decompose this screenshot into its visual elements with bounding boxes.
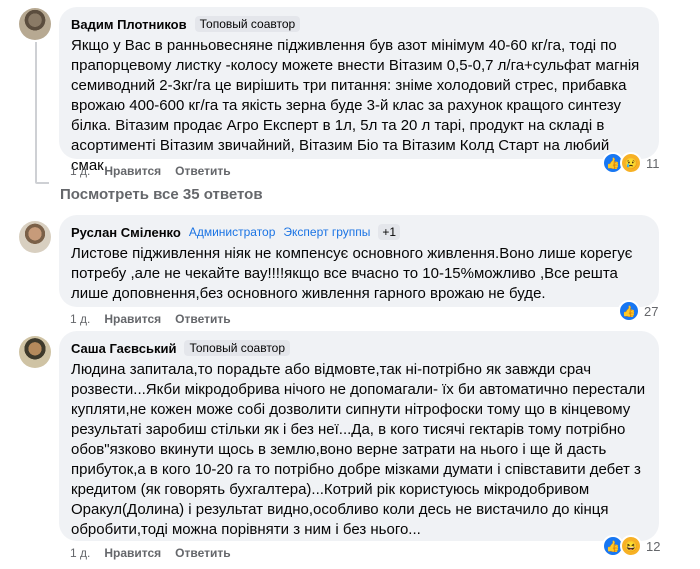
comment-actions: 1 д. Нравится Ответить [70,164,231,178]
comment-time[interactable]: 1 д. [70,164,90,178]
badge-group-expert[interactable]: Эксперт группы [283,225,370,239]
thread-line [35,42,37,182]
reply-button[interactable]: Ответить [175,312,230,326]
badge-top-contributor[interactable]: Топовый соавтор [194,16,301,32]
reaction-summary[interactable]: 👍 😢 11 [602,152,660,174]
comment-author[interactable]: Саша Гаєвський [71,341,176,356]
reaction-count: 12 [646,538,661,554]
reply-button[interactable]: Ответить [175,546,230,560]
reaction-count: 11 [646,155,660,171]
comment-time[interactable]: 1 д. [70,312,90,326]
like-button[interactable]: Нравится [104,312,161,326]
comment-actions: 1 д. Нравится Ответить [70,312,231,326]
reaction-summary[interactable]: 👍 😆 12 [602,535,660,557]
comment-text: Людина запитала,то порадьте або відмовте… [71,361,646,538]
like-button[interactable]: Нравится [104,164,161,178]
comment-time[interactable]: 1 д. [70,546,90,560]
haha-icon: 😆 [620,535,642,557]
comment-actions: 1 д. Нравится Ответить [70,546,231,560]
avatar[interactable] [19,336,51,368]
like-icon: 👍 [618,300,640,322]
comment-bubble: Вадим Плотников Топовый соавтор Якщо у В… [59,7,659,174]
reaction-count: 27 [644,303,659,319]
view-all-replies-link[interactable]: Посмотреть все 35 ответов [60,186,263,203]
reaction-summary[interactable]: 👍 27 [618,300,658,322]
avatar[interactable] [19,8,51,40]
comment-text: Якщо у Вас в ранньовесняне підживлення б… [71,37,640,174]
badge-top-contributor[interactable]: Топовый соавтор [184,340,291,356]
sad-icon: 😢 [620,152,642,174]
comment-author[interactable]: Руслан Сміленко [71,225,181,240]
badge-admin[interactable]: Администратор [189,225,276,239]
badge-more-count[interactable]: +1 [378,224,401,240]
comment-bubble: Саша Гаєвський Топовый соавтор Людина за… [59,331,659,541]
comment-author[interactable]: Вадим Плотников [71,17,187,32]
comment-text: Листове підживлення ніяк не компенсує ос… [71,245,633,302]
avatar[interactable] [19,221,51,253]
like-button[interactable]: Нравится [104,546,161,560]
reply-button[interactable]: Ответить [175,164,230,178]
comment-bubble: Руслан Сміленко Администратор Эксперт гр… [59,215,659,307]
thread-curve [35,182,49,184]
